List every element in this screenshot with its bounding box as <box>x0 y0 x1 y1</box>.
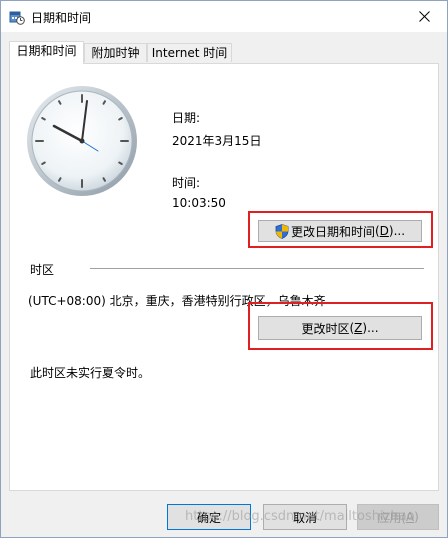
change-date-time-label: 更改日期和时间 <box>290 224 375 239</box>
time-value: 10:03:50 <box>172 196 226 210</box>
hotkey-a: A <box>405 510 415 524</box>
timezone-divider <box>90 268 424 269</box>
close-button[interactable] <box>401 1 447 32</box>
hotkey-z: Z <box>354 321 363 335</box>
analog-clock-icon <box>27 86 137 196</box>
date-time-dialog: 日期和时间 日期和时间 附加时钟 Internet 时间 日期: 2021年3月… <box>0 0 448 538</box>
uac-shield-icon <box>275 223 289 239</box>
time-label: 时间: <box>172 176 201 190</box>
change-timezone-button[interactable]: 更改时区(Z)... <box>258 316 422 340</box>
tab-additional-clocks[interactable]: 附加时钟 <box>84 43 147 62</box>
tab-panel: 日期: 2021年3月15日 时间: 10:03:50 更改日期和时间(D)..… <box>9 63 439 491</box>
dst-note: 此时区未实行夏令时。 <box>30 366 151 380</box>
apply-button[interactable]: 应用(A) <box>357 504 439 530</box>
change-timezone-label: 更改时区 <box>301 321 350 336</box>
change-date-time-button[interactable]: 更改日期和时间(D)... <box>258 220 422 242</box>
tab-date-time[interactable]: 日期和时间 <box>9 41 84 64</box>
ok-button[interactable]: 确定 <box>167 504 251 530</box>
date-label: 日期: <box>172 111 201 125</box>
hotkey-d: D <box>379 224 389 238</box>
date-time-app-icon <box>9 11 25 25</box>
window-title: 日期和时间 <box>31 11 92 25</box>
tab-internet-time[interactable]: Internet 时间 <box>147 43 232 62</box>
close-icon <box>418 11 430 22</box>
title-bar: 日期和时间 <box>1 1 447 32</box>
date-value: 2021年3月15日 <box>172 134 262 148</box>
cancel-button[interactable]: 取消 <box>263 504 347 530</box>
timezone-section-label: 时区 <box>30 263 55 277</box>
